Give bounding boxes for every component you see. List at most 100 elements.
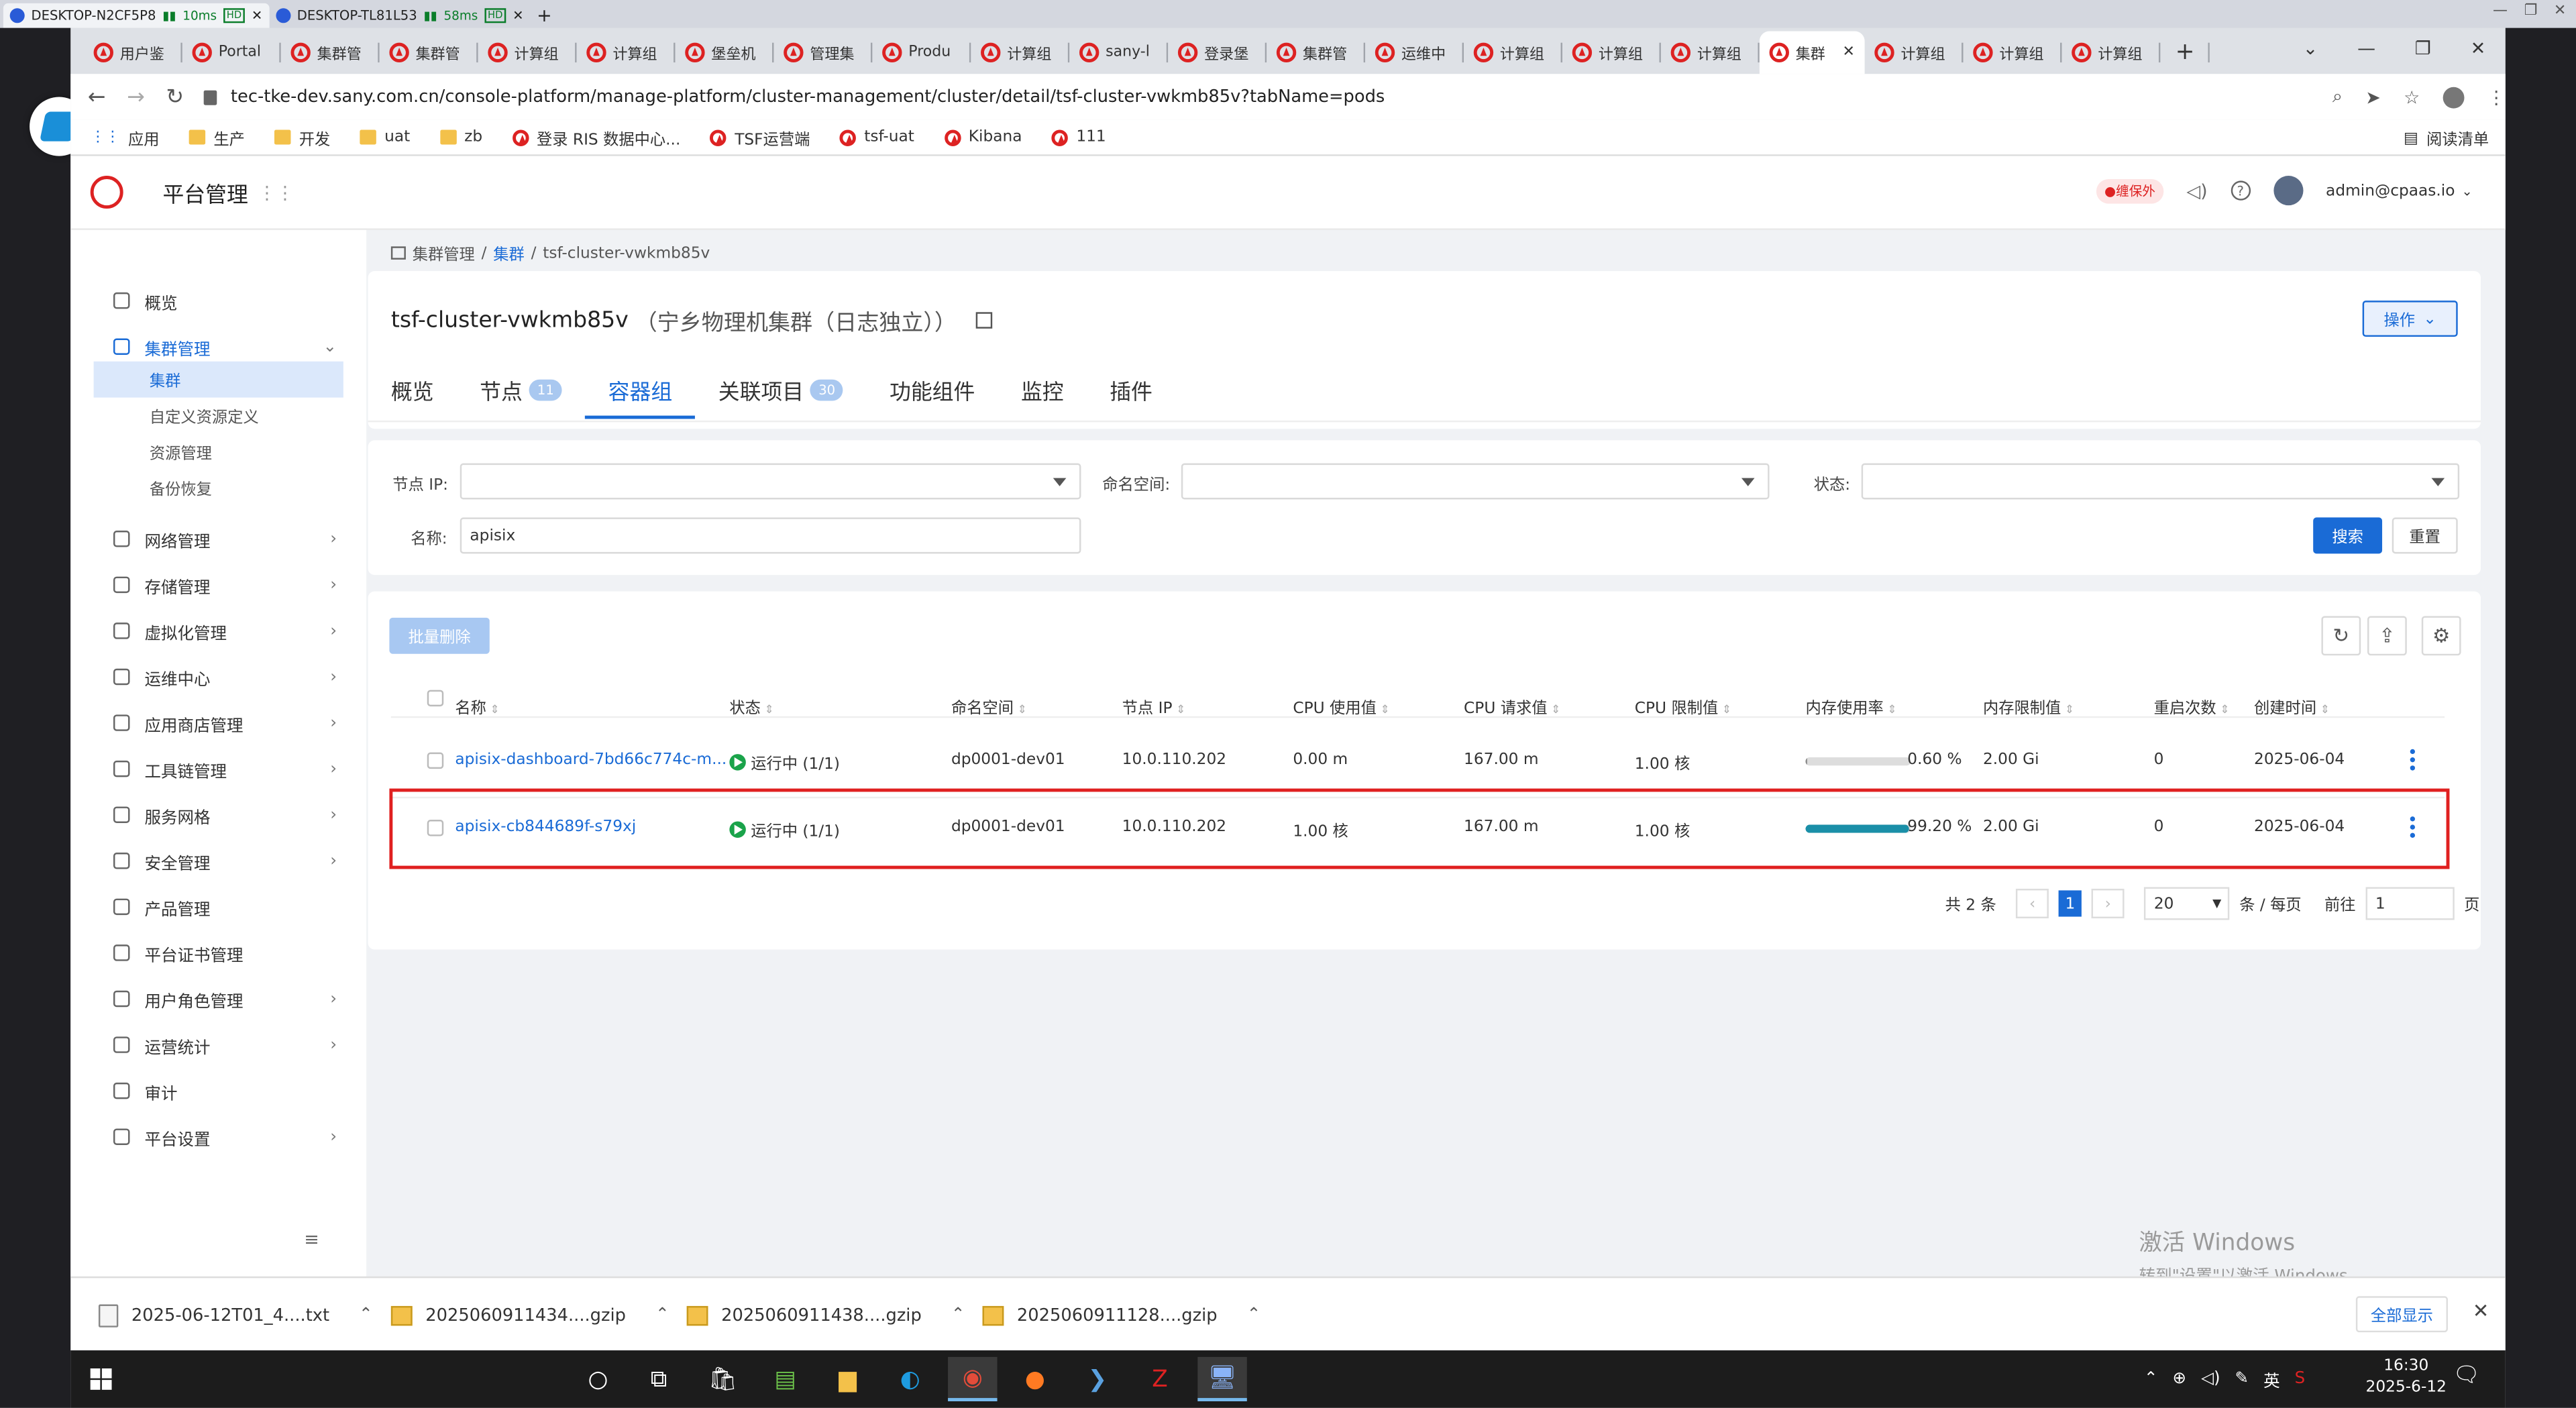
chevron-up-icon[interactable]: ⌃ bbox=[359, 1306, 373, 1324]
download-item-3[interactable]: 2025060911438....gzip ⌃ bbox=[686, 1278, 965, 1352]
row-checkbox[interactable] bbox=[427, 820, 444, 836]
address-field[interactable]: tec-tke-dev.sany.com.cn/console-platform… bbox=[204, 78, 2332, 115]
zoom-icon[interactable]: ⌕ bbox=[2332, 85, 2343, 108]
sort-icon[interactable]: ⇕ bbox=[1173, 703, 1185, 716]
bookmark-item[interactable]: 生产 bbox=[189, 125, 245, 149]
close-icon[interactable]: ✕ bbox=[513, 8, 523, 23]
remote-tab-1[interactable]: DESKTOP-N2CF5P8 ▮▮ 10ms HD ✕ bbox=[3, 3, 270, 28]
sort-icon[interactable]: ⇕ bbox=[1884, 703, 1896, 716]
close-icon[interactable]: ✕ bbox=[2471, 38, 2486, 59]
sidebar-item[interactable]: 用户角色管理 › bbox=[70, 976, 366, 1022]
chevron-up-icon[interactable]: ⌃ bbox=[1247, 1306, 1261, 1324]
cluster-tab[interactable]: 概览 bbox=[391, 360, 434, 419]
sort-icon[interactable]: ⇕ bbox=[761, 703, 773, 716]
browser-tab[interactable]: 计算组 bbox=[1464, 32, 1562, 74]
sort-icon[interactable]: ⇕ bbox=[1548, 703, 1560, 716]
clock[interactable]: 16:30 2025-6-12 bbox=[2366, 1355, 2447, 1398]
more-actions-icon[interactable] bbox=[2410, 816, 2416, 838]
browser-tab[interactable]: 计算组 bbox=[577, 32, 676, 74]
sidebar-item[interactable]: 审计 bbox=[70, 1068, 366, 1114]
column-header[interactable]: CPU 限制值 ⇕ bbox=[1635, 695, 1731, 718]
more-actions-icon[interactable] bbox=[2410, 749, 2416, 771]
remote-tab-2[interactable]: DESKTOP-TL81L53 ▮▮ 58ms HD ✕ bbox=[269, 3, 530, 28]
minimize-icon[interactable]: — bbox=[2357, 38, 2375, 59]
tray-chevron-up-icon[interactable]: ⌃ bbox=[2144, 1370, 2158, 1388]
search-icon[interactable]: ○ bbox=[574, 1357, 623, 1401]
sidebar-item[interactable]: 网络管理 › bbox=[70, 516, 366, 562]
antivirus-icon[interactable]: S bbox=[2295, 1370, 2306, 1388]
collapse-sidebar-icon[interactable]: ≡ bbox=[304, 1229, 319, 1250]
sort-icon[interactable]: ⇕ bbox=[1718, 703, 1731, 716]
browser-tab[interactable]: 用户鉴 bbox=[84, 32, 182, 74]
bookmark-item[interactable]: tsf-uat bbox=[839, 128, 914, 146]
restore-icon[interactable]: ❐ bbox=[2415, 38, 2431, 59]
pen-icon[interactable]: ✎ bbox=[2235, 1370, 2249, 1388]
select-all-checkbox[interactable] bbox=[427, 690, 444, 707]
cluster-tab[interactable]: 节点 11 bbox=[480, 360, 563, 419]
download-item-1[interactable]: 2025-06-12T01_4....txt ⌃ bbox=[98, 1278, 373, 1352]
browser-tab[interactable]: 集群管 bbox=[380, 32, 478, 74]
refresh-icon[interactable]: ↻ bbox=[2321, 616, 2361, 656]
sidebar-subitem[interactable]: 集群 bbox=[93, 361, 343, 398]
column-header[interactable]: 节点 IP ⇕ bbox=[1122, 695, 1186, 718]
sidebar-item[interactable]: 概览 bbox=[70, 278, 366, 324]
sort-icon[interactable]: ⇕ bbox=[486, 703, 500, 716]
new-tab-button[interactable]: + bbox=[2160, 32, 2210, 74]
browser-tab[interactable]: sany-l bbox=[1069, 32, 1169, 74]
close-icon[interactable]: ✕ bbox=[1842, 44, 1854, 60]
sort-icon[interactable]: ⇕ bbox=[2316, 703, 2330, 716]
reset-button[interactable]: 重置 bbox=[2392, 517, 2458, 554]
bookmark-star-icon[interactable]: ☆ bbox=[2404, 87, 2420, 108]
app-switcher-icon[interactable]: ⋮⋮ bbox=[258, 182, 294, 203]
page-1-button[interactable]: 1 bbox=[2058, 890, 2082, 917]
profile-icon[interactable] bbox=[2443, 86, 2465, 108]
column-header[interactable]: 重启次数 ⇕ bbox=[2154, 695, 2230, 718]
file-explorer-icon[interactable]: ▆ bbox=[823, 1357, 872, 1401]
sort-icon[interactable]: ⇕ bbox=[1377, 703, 1389, 716]
pod-name-link[interactable]: apisix-dashboard-7bd66c774c-m... bbox=[455, 751, 727, 769]
chevron-up-icon[interactable]: ⌃ bbox=[951, 1306, 965, 1324]
browser-tab[interactable]: 计算组 bbox=[971, 32, 1070, 74]
sort-icon[interactable]: ⇕ bbox=[1014, 703, 1027, 716]
sort-icon[interactable]: ⇕ bbox=[2216, 703, 2229, 716]
sidebar-item[interactable]: 工具链管理 › bbox=[70, 746, 366, 792]
browser-tab[interactable]: 计算组 bbox=[2061, 32, 2161, 74]
goto-input[interactable]: 1 bbox=[2365, 887, 2455, 920]
sort-icon[interactable]: ⇕ bbox=[2061, 703, 2074, 716]
browser-tab[interactable]: Produ bbox=[872, 32, 971, 74]
menu-icon[interactable]: ⋮ bbox=[2487, 87, 2506, 108]
cluster-tab[interactable]: 功能组件 bbox=[890, 360, 975, 419]
sidebar-item[interactable]: 虚拟化管理 › bbox=[70, 608, 366, 654]
speaker-icon[interactable]: ◁) bbox=[2201, 1370, 2220, 1388]
browser-tab[interactable]: 管理集 bbox=[773, 32, 873, 74]
sidebar-subitem[interactable]: 备份恢复 bbox=[94, 470, 343, 506]
column-header[interactable]: 内存限制值 ⇕ bbox=[1983, 695, 2074, 718]
sidebar-item[interactable]: 应用商店管理 › bbox=[70, 700, 366, 746]
reading-list-button[interactable]: ▤ 阅读清单 bbox=[2404, 127, 2489, 150]
browser-tab[interactable]: 集群 ✕ bbox=[1759, 31, 1865, 74]
browser-tab[interactable]: 集群管 bbox=[281, 32, 380, 74]
chrome-icon[interactable]: ◉ bbox=[948, 1356, 998, 1401]
bookmark-item[interactable]: Kibana bbox=[943, 128, 1022, 146]
minimize-icon[interactable]: — bbox=[2493, 3, 2508, 19]
help-icon[interactable]: ? bbox=[2231, 180, 2251, 201]
postman-icon[interactable]: ● bbox=[1010, 1357, 1059, 1401]
store-icon[interactable]: 🛍 bbox=[698, 1357, 747, 1401]
bookmark-item[interactable]: 登录 RIS 数据中心... bbox=[512, 125, 680, 149]
column-header[interactable]: 名称 ⇕ bbox=[455, 695, 499, 718]
settings-gear-icon[interactable]: ⚙ bbox=[2421, 616, 2461, 656]
copy-icon[interactable] bbox=[976, 312, 993, 329]
browser-tab[interactable]: 计算组 bbox=[1562, 32, 1661, 74]
forward-icon[interactable]: → bbox=[123, 84, 149, 110]
namespace-select[interactable] bbox=[1181, 463, 1770, 500]
remote-desktop-icon[interactable]: 🖥 bbox=[1197, 1356, 1247, 1401]
sidebar-subitem[interactable]: 自定义资源定义 bbox=[94, 398, 343, 434]
volume-icon[interactable]: ◁) bbox=[2186, 180, 2207, 201]
cluster-tab[interactable]: 容器组 bbox=[585, 360, 696, 419]
bookmark-item[interactable]: 开发 bbox=[274, 125, 330, 149]
status-select[interactable] bbox=[1861, 463, 2460, 500]
sidebar-item[interactable]: 平台设置 › bbox=[70, 1114, 366, 1160]
sidebar-item[interactable]: 运营统计 › bbox=[70, 1022, 366, 1068]
back-icon[interactable]: ← bbox=[84, 84, 110, 110]
windows-start-icon[interactable] bbox=[76, 1357, 125, 1401]
